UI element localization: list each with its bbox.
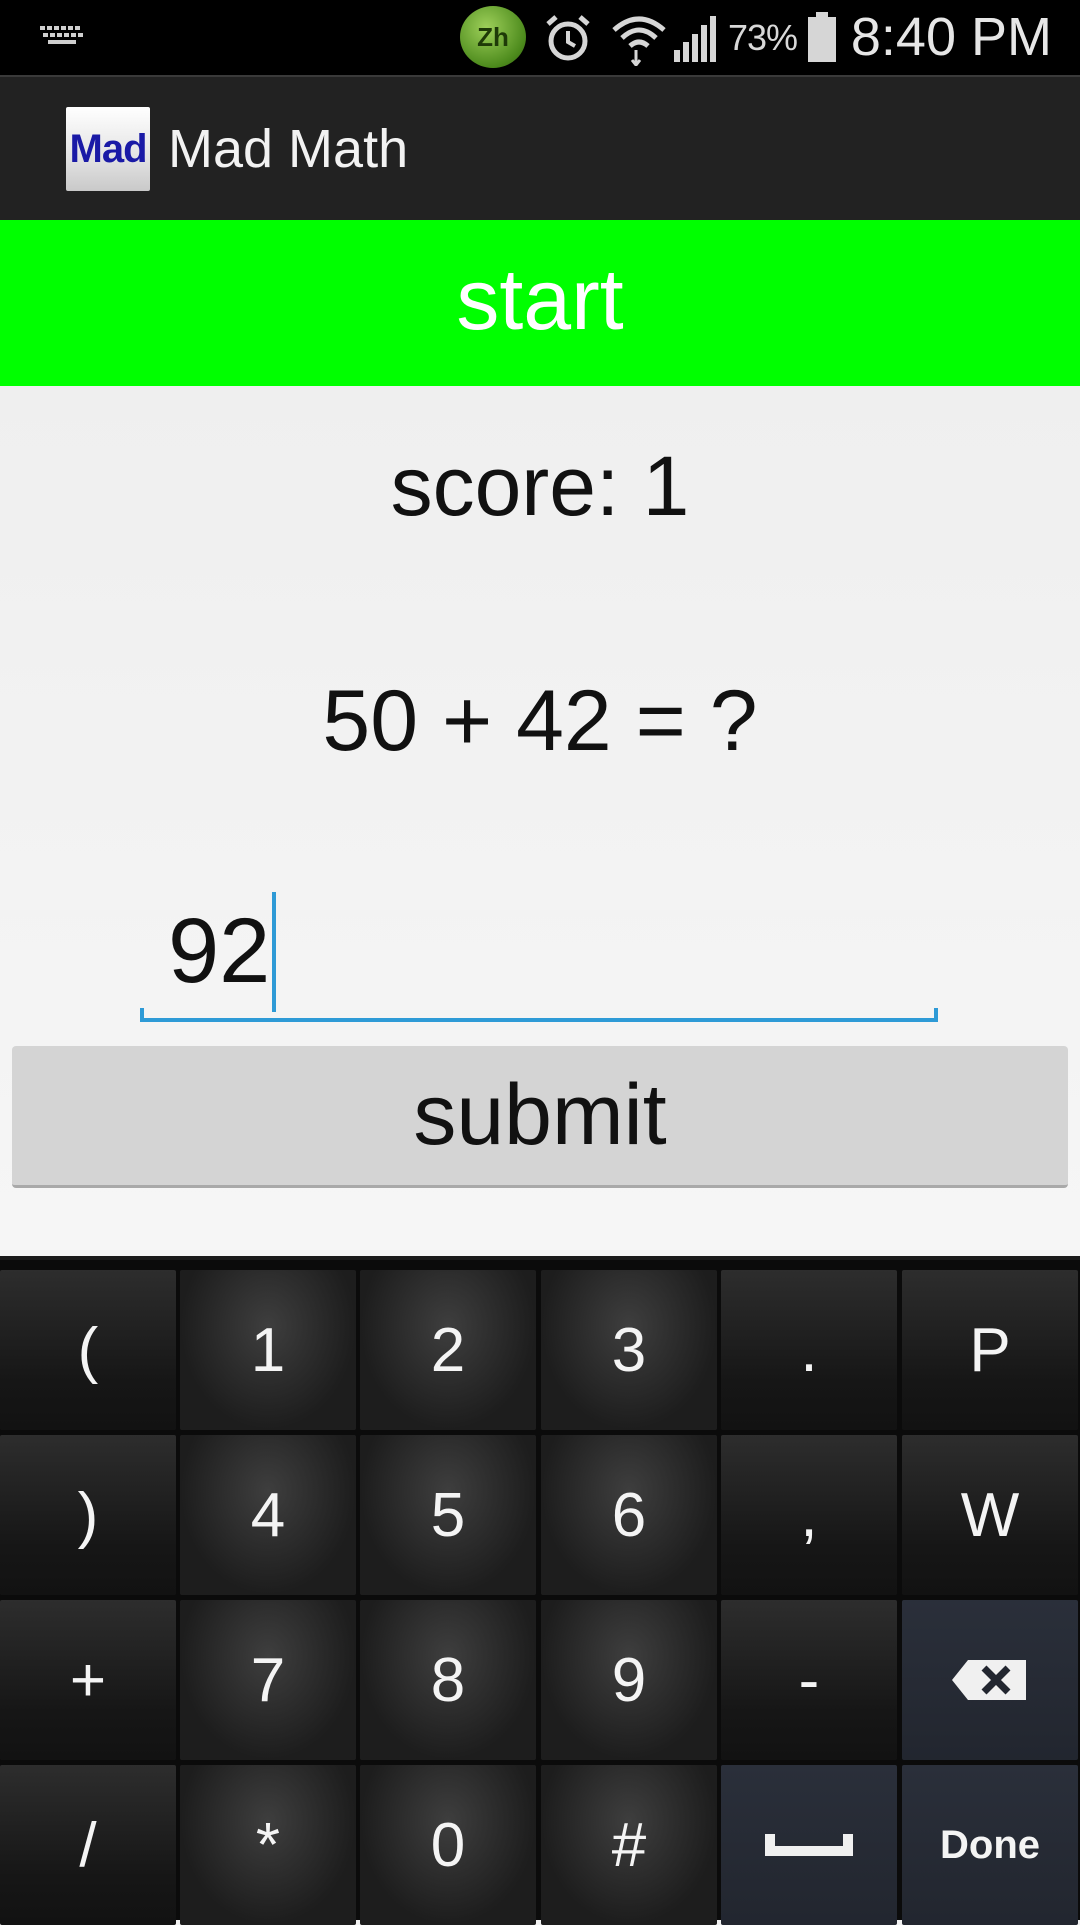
submit-button[interactable]: submit	[12, 1046, 1068, 1188]
start-button[interactable]: start	[0, 220, 1080, 386]
text-cursor	[272, 891, 277, 1012]
key-close-paren[interactable]: )	[0, 1435, 176, 1595]
status-bar: Zh 73% 8:40 PM	[0, 0, 1080, 75]
answer-value: 92	[168, 900, 271, 1002]
key-3[interactable]: 3	[541, 1270, 717, 1430]
score-label: score: 1	[390, 439, 690, 533]
key-7[interactable]: 7	[180, 1600, 356, 1760]
key-slash[interactable]: /	[0, 1765, 176, 1925]
key-8[interactable]: 8	[360, 1600, 536, 1760]
key-hash[interactable]: #	[541, 1765, 717, 1925]
alarm-icon	[546, 15, 590, 61]
app-icon[interactable]: Mad	[66, 107, 150, 191]
wifi-icon	[612, 16, 666, 66]
space-key[interactable]	[721, 1765, 897, 1925]
key-open-paren[interactable]: (	[0, 1270, 176, 1430]
game-content: score: 1 50 + 42 = ? 92 submit	[0, 386, 1080, 1256]
done-key[interactable]: Done	[902, 1765, 1078, 1925]
answer-value-wrap: 92	[168, 891, 277, 1012]
key-asterisk[interactable]: *	[180, 1765, 356, 1925]
backspace-icon	[952, 1660, 1026, 1700]
key-5[interactable]: 5	[360, 1435, 536, 1595]
key-2[interactable]: 2	[360, 1270, 536, 1430]
key-9[interactable]: 9	[541, 1600, 717, 1760]
key-1[interactable]: 1	[180, 1270, 356, 1430]
key-6[interactable]: 6	[541, 1435, 717, 1595]
key-minus[interactable]: -	[721, 1600, 897, 1760]
battery-percent: 73%	[728, 17, 798, 58]
battery-icon	[808, 12, 836, 62]
keyboard-icon	[40, 26, 83, 44]
key-period[interactable]: .	[721, 1270, 897, 1430]
clock: 8:40 PM	[850, 7, 1052, 67]
key-0[interactable]: 0	[360, 1765, 536, 1925]
answer-input[interactable]: 92	[140, 876, 938, 1022]
action-bar: Mad Mad Math	[0, 75, 1080, 220]
app-title: Mad Math	[168, 119, 409, 179]
key-w[interactable]: W	[902, 1435, 1078, 1595]
question-label: 50 + 42 = ?	[322, 673, 758, 769]
numeric-keyboard: ( 1 2 3 . P ) 4 5 6 , W + 7 8 9 - / * 0 …	[0, 1256, 1080, 1925]
space-icon	[765, 1834, 853, 1856]
backspace-key[interactable]	[902, 1600, 1078, 1760]
ime-zh-icon: Zh	[460, 6, 526, 68]
key-comma[interactable]: ,	[721, 1435, 897, 1595]
signal-icon	[674, 16, 716, 62]
key-p[interactable]: P	[902, 1270, 1078, 1430]
key-plus[interactable]: +	[0, 1600, 176, 1760]
key-4[interactable]: 4	[180, 1435, 356, 1595]
